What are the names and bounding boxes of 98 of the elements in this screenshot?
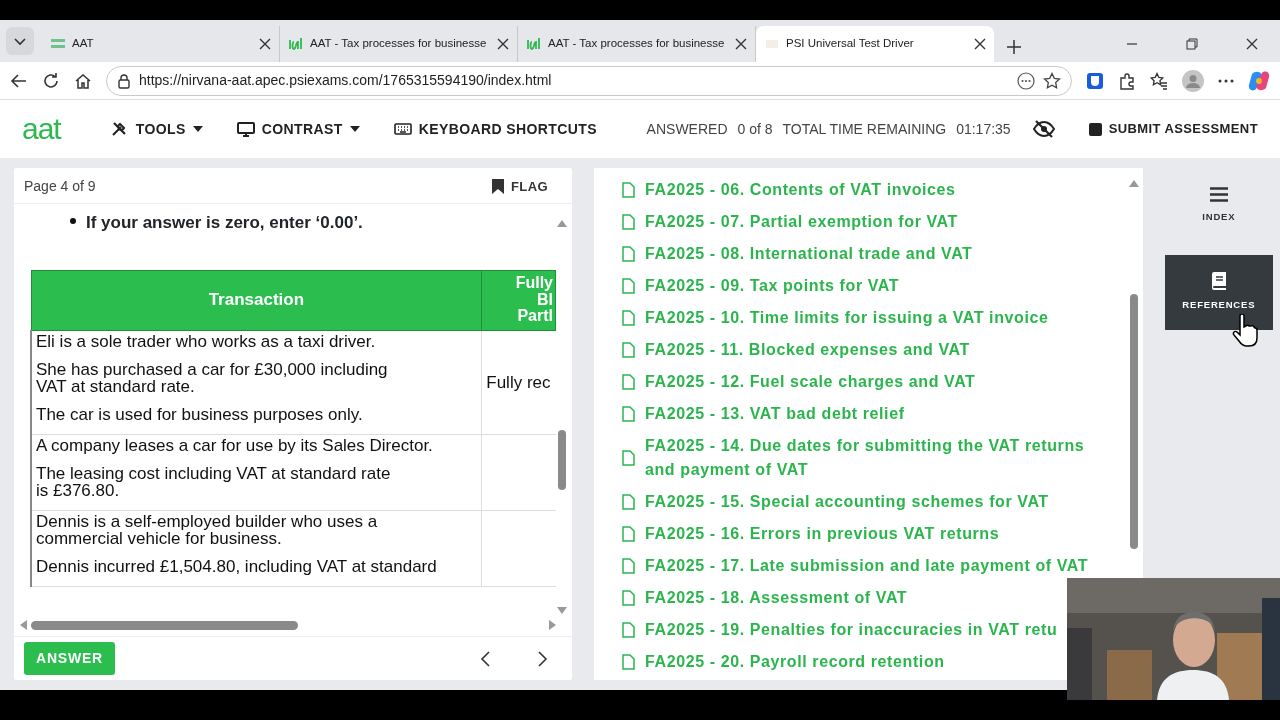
- document-icon: [622, 622, 635, 638]
- submit-button[interactable]: SUBMIT ASSESSMENT: [1088, 119, 1258, 139]
- favorites-icon[interactable]: [1150, 71, 1168, 90]
- flag-button[interactable]: FLAG: [492, 176, 548, 197]
- hand-cursor-icon: [1232, 314, 1258, 348]
- close-icon[interactable]: [1246, 38, 1258, 50]
- favicon-icon: [526, 36, 542, 52]
- table-cell-text: Dennis is a self-employed builder who uses a commercial vehicle for business.: [36, 512, 379, 547]
- toolbar-menu[interactable]: CONTRAST: [236, 118, 360, 140]
- document-icon: [622, 654, 635, 670]
- toolbar-menu[interactable]: KEYBOARD SHORTCUTS: [393, 118, 597, 140]
- browser-tab[interactable]: PSI Universal Test Driver: [756, 26, 994, 62]
- scroll-up-icon[interactable]: [557, 220, 567, 227]
- table-cell-text: Eli is a sole trader who works as a taxi driver.: [36, 332, 377, 350]
- restore-icon[interactable]: [1186, 38, 1198, 50]
- monitor-icon: [236, 121, 255, 137]
- close-icon[interactable]: [974, 38, 986, 50]
- hide-icon[interactable]: [1032, 120, 1055, 138]
- column-header: Transaction: [31, 270, 482, 330]
- document-icon: [622, 246, 635, 262]
- favicon-icon: [288, 36, 304, 52]
- reference-link[interactable]: FA2025 - 19. Penalties for inaccuracies in VAT retu: [622, 614, 1058, 646]
- table-cell-text: She has purchased a car for £30,000 including VAT at standard rate.: [36, 360, 389, 395]
- new-tab-icon[interactable]: [1006, 39, 1022, 55]
- table-cell-text: Fully rec: [486, 373, 551, 393]
- status-label: TOTAL TIME REMAINING: [782, 119, 947, 139]
- assistant-icon[interactable]: [1248, 69, 1270, 92]
- scroll-down-icon[interactable]: [557, 607, 567, 614]
- answered-count: 0 of 8: [737, 119, 773, 139]
- page-indicator: Page 4 of 9: [24, 177, 96, 196]
- sidebar-button[interactable]: INDEX: [1164, 168, 1273, 243]
- status-label: ANSWERED: [646, 119, 728, 139]
- keyboard-icon: [393, 121, 412, 137]
- scrollbar[interactable]: [31, 620, 299, 630]
- home-icon[interactable]: [74, 71, 92, 90]
- answer-button[interactable]: ANSWER: [24, 642, 116, 675]
- reference-link[interactable]: FA2025 - 08. International trade and VAT: [622, 238, 973, 270]
- scrollbar[interactable]: [1129, 294, 1138, 549]
- document-icon: [622, 558, 635, 574]
- caret-icon: [192, 126, 203, 132]
- previous-icon[interactable]: [480, 650, 490, 667]
- reference-link[interactable]: FA2025 - 10. Time limits for issuing a VAT invoice: [622, 302, 1049, 334]
- toolbar-menu[interactable]: TOOLS: [110, 118, 203, 140]
- document-icon: [622, 278, 635, 294]
- reference-link[interactable]: FA2025 - 12. Fuel scale charges and VAT: [622, 366, 976, 398]
- book-icon: [1210, 272, 1227, 291]
- reference-link[interactable]: FA2025 - 11. Blocked expenses and VAT: [622, 334, 970, 366]
- reference-link[interactable]: FA2025 - 16. Errors in previous VAT returns: [622, 518, 1000, 550]
- reference-link[interactable]: FA2025 - 06. Contents of VAT invoices: [622, 174, 956, 206]
- lock-icon: [117, 72, 131, 89]
- back-icon[interactable]: [10, 71, 28, 90]
- close-icon[interactable]: [259, 38, 271, 50]
- reference-link[interactable]: FA2025 - 09. Tax points for VAT: [622, 270, 900, 302]
- scroll-right-icon[interactable]: [549, 620, 556, 630]
- star-icon[interactable]: [1043, 71, 1061, 90]
- document-icon: [622, 342, 635, 358]
- menu-icon: [1209, 186, 1228, 202]
- document-icon: [622, 494, 635, 510]
- next-icon[interactable]: [538, 650, 548, 667]
- document-icon: [622, 590, 635, 606]
- reference-link[interactable]: FA2025 - 17. Late submission and late payment of VAT: [622, 550, 1089, 582]
- puzzle-icon[interactable]: [1118, 71, 1136, 90]
- aat-logo: aat: [22, 114, 61, 144]
- stop-icon: [1088, 122, 1102, 136]
- table-cell-text: Dennis incurred £1,504.80, including VAT at standard: [36, 557, 438, 575]
- reference-link[interactable]: FA2025 - 20. Payroll record retention: [622, 646, 945, 678]
- tab-list-icon[interactable]: [6, 27, 34, 55]
- document-icon: [622, 214, 635, 230]
- document-icon: [622, 310, 635, 326]
- reference-link[interactable]: FA2025 - 15. Special accounting schemes for VAT: [622, 486, 1049, 518]
- caret-icon: [349, 126, 360, 132]
- close-icon[interactable]: [497, 38, 509, 50]
- table-cell-text: A company leases a car for use by its Sales Director.: [36, 436, 434, 454]
- reload-icon[interactable]: [42, 71, 60, 90]
- document-icon: [622, 406, 635, 422]
- bullet-icon: [70, 218, 76, 224]
- document-icon: [622, 374, 635, 390]
- shield-icon[interactable]: [1086, 71, 1104, 90]
- reference-link[interactable]: FA2025 - 07. Partial exemption for VAT: [622, 206, 958, 238]
- reference-link[interactable]: FA2025 - 18. Assessment of VAT: [622, 582, 908, 614]
- close-icon[interactable]: [735, 38, 747, 50]
- scrollbar[interactable]: [558, 430, 566, 490]
- more-icon[interactable]: [1017, 71, 1035, 90]
- instruction-text: If your answer is zero, enter ‘0.00’.: [86, 212, 363, 234]
- sidebar-button[interactable]: REFERENCES: [1164, 255, 1273, 330]
- reference-link[interactable]: FA2025 - 14. Due dates for submitting the VAT returns and payment of VAT: [622, 430, 1102, 486]
- table-cell-text: The car is used for business purposes only.: [36, 405, 364, 423]
- document-icon: [622, 182, 635, 198]
- time-remaining: 01:17:35: [956, 119, 1011, 139]
- scroll-up-icon[interactable]: [1128, 180, 1139, 187]
- reference-link[interactable]: FA2025 - 13. VAT bad debt relief: [622, 398, 905, 430]
- scroll-left-icon[interactable]: [20, 620, 27, 630]
- table-cell-text: The leasing cost including VAT at standard rate is £376.80.: [36, 464, 392, 499]
- profile-icon[interactable]: [1182, 69, 1204, 92]
- document-icon: [622, 526, 635, 542]
- bookmark-icon: [492, 179, 504, 194]
- column-header: Fully Bl Partl: [481, 270, 556, 330]
- document-icon: [622, 450, 635, 466]
